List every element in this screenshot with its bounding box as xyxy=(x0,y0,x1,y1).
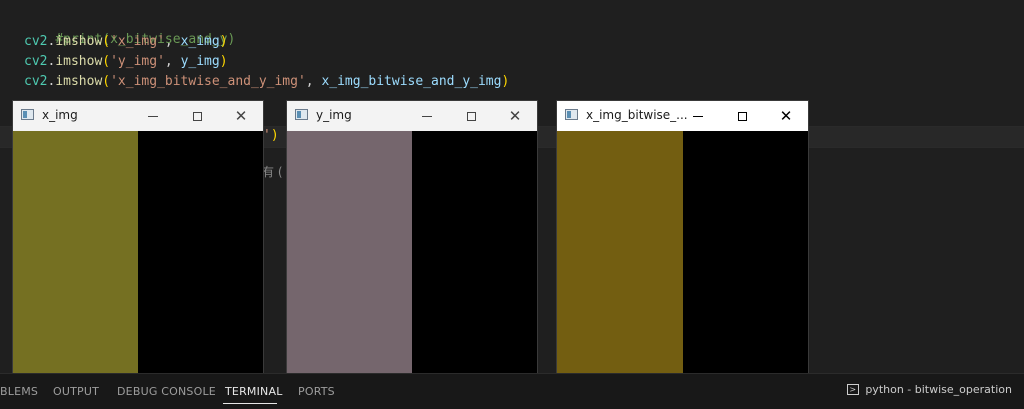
window-title: x_img_bitwise_... xyxy=(586,108,688,122)
maximize-button[interactable] xyxy=(449,101,493,131)
close-icon: ✕ xyxy=(234,107,248,125)
tab-terminal[interactable]: TERMINAL xyxy=(225,385,283,398)
code-object: cv2 xyxy=(24,34,48,49)
terminal-label: python - bitwise_operation xyxy=(865,383,1012,396)
minimize-button[interactable] xyxy=(131,101,175,131)
code-string: 'y_img' xyxy=(110,54,165,69)
code-variable: x_img xyxy=(180,34,220,49)
minimize-icon xyxy=(693,115,703,117)
code-string: 'x_img' xyxy=(110,34,165,49)
app-icon xyxy=(295,109,308,120)
code-line-1: #print(x_bitwise_and_y) xyxy=(24,10,235,47)
window-y-img[interactable]: y_img ✕ xyxy=(286,100,538,382)
close-icon: ✕ xyxy=(779,107,793,125)
code-string: 'x_img_bitwise_and_y_img' xyxy=(110,74,306,89)
code-object: cv2 xyxy=(24,54,48,69)
maximize-button[interactable] xyxy=(720,101,764,131)
active-tab-indicator xyxy=(223,403,277,404)
close-button[interactable]: ✕ xyxy=(764,101,808,131)
window-bitwise-and[interactable]: x_img_bitwise_... ✕ xyxy=(556,100,809,382)
app-icon xyxy=(565,109,578,120)
image-canvas xyxy=(557,131,808,381)
code-partial-text: 有 ( xyxy=(262,165,283,179)
image-canvas xyxy=(13,131,263,381)
bottom-panel: BLEMS OUTPUT DEBUG CONSOLE TERMINAL PORT… xyxy=(0,373,1024,409)
minimize-icon xyxy=(422,115,432,117)
window-titlebar[interactable]: y_img ✕ xyxy=(287,101,537,131)
image-left-band xyxy=(13,131,138,381)
maximize-icon xyxy=(192,111,202,121)
code-variable: x_img_bitwise_and_y_img xyxy=(321,74,502,89)
code-method: imshow xyxy=(55,54,103,69)
maximize-button[interactable] xyxy=(175,101,219,131)
code-method: imshow xyxy=(55,34,103,49)
close-button[interactable]: ✕ xyxy=(493,101,537,131)
window-titlebar[interactable]: x_img_bitwise_... ✕ xyxy=(557,101,808,131)
terminal-instance[interactable]: > python - bitwise_operation xyxy=(847,383,1012,396)
tab-output[interactable]: OUTPUT xyxy=(53,385,99,398)
code-object: cv2 xyxy=(24,74,48,89)
tab-debug-console[interactable]: DEBUG CONSOLE xyxy=(117,385,216,398)
code-variable: y_img xyxy=(180,54,220,69)
image-canvas xyxy=(287,131,537,381)
image-left-band xyxy=(287,131,412,381)
minimize-button[interactable] xyxy=(405,101,449,131)
code-line-2: cv2.imshow('x_img', x_img) xyxy=(24,34,228,49)
maximize-icon xyxy=(737,111,747,121)
minimize-icon xyxy=(148,115,158,117)
tab-ports[interactable]: PORTS xyxy=(298,385,335,398)
window-title: x_img xyxy=(42,108,78,122)
image-left-band xyxy=(557,131,683,381)
window-x-img[interactable]: x_img ✕ xyxy=(12,100,264,382)
maximize-icon xyxy=(466,111,476,121)
code-line-3: cv2.imshow('y_img', y_img) xyxy=(24,54,228,69)
terminal-icon: > xyxy=(847,384,860,395)
code-method: imshow xyxy=(55,74,103,89)
close-button[interactable]: ✕ xyxy=(219,101,263,131)
close-icon: ✕ xyxy=(508,107,522,125)
code-line-4: cv2.imshow('x_img_bitwise_and_y_img', x_… xyxy=(24,74,510,89)
window-titlebar[interactable]: x_img ✕ xyxy=(13,101,263,131)
app-icon xyxy=(21,109,34,120)
minimize-button[interactable] xyxy=(676,101,720,131)
window-title: y_img xyxy=(316,108,352,122)
tab-problems[interactable]: BLEMS xyxy=(0,385,38,398)
code-partial: ') xyxy=(263,128,279,143)
